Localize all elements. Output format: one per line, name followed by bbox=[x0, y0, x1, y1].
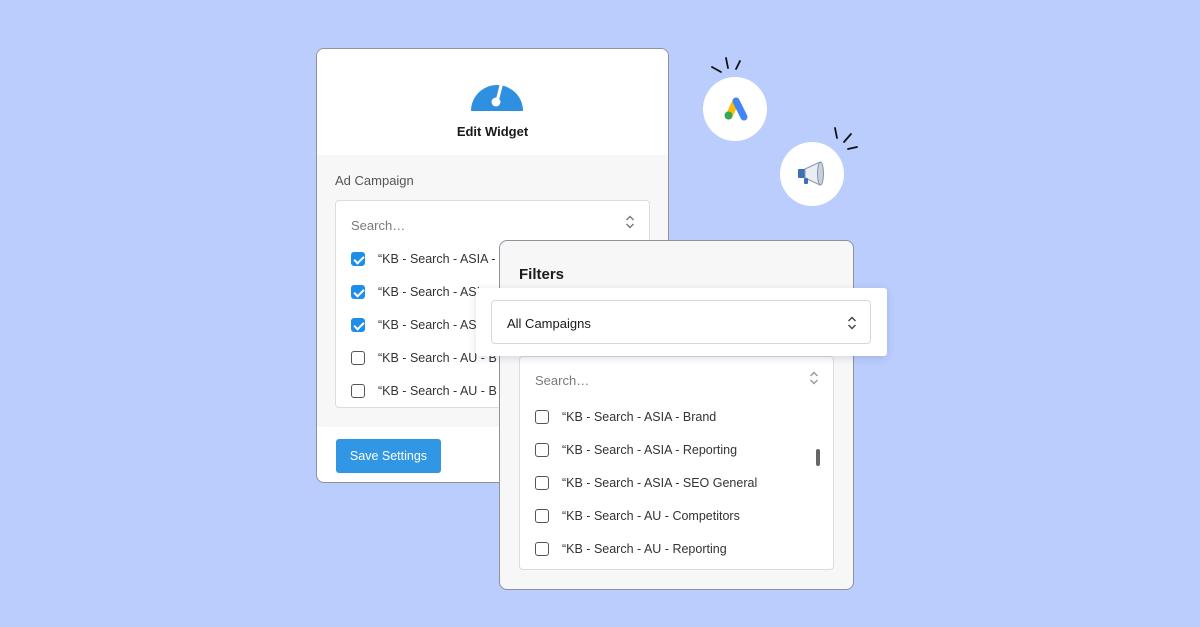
checkbox[interactable] bbox=[535, 542, 549, 556]
checkbox[interactable] bbox=[535, 509, 549, 523]
checkbox[interactable] bbox=[351, 351, 365, 365]
megaphone-badge bbox=[780, 142, 844, 206]
checkbox[interactable] bbox=[535, 410, 549, 424]
list-item[interactable]: “KB - Search - AU - Reporting bbox=[535, 540, 835, 558]
gauge-icon bbox=[471, 79, 523, 111]
campaign-list[interactable]: Search… “KB - Search - ASIA - Brand “KB … bbox=[519, 356, 834, 570]
checkbox-checked[interactable] bbox=[351, 318, 365, 332]
checkbox[interactable] bbox=[535, 443, 549, 457]
widget-title: Edit Widget bbox=[456, 124, 529, 139]
selected-value: All Campaigns bbox=[507, 316, 591, 331]
list-item[interactable]: “KB - Search - ASIA - SEO General bbox=[535, 474, 835, 492]
campaign-dropdown-popup: All Campaigns bbox=[476, 288, 887, 356]
list-item[interactable]: “KB - Search - ASIA - Brand bbox=[535, 408, 835, 426]
list-item[interactable]: “KB - Search - AU - Competitors bbox=[535, 507, 835, 525]
checkbox[interactable] bbox=[351, 384, 365, 398]
chevron-up-down-icon[interactable] bbox=[847, 315, 857, 331]
checkbox[interactable] bbox=[535, 476, 549, 490]
megaphone-icon bbox=[798, 161, 824, 186]
sparkle-rays-icon bbox=[711, 57, 741, 73]
google-ads-logo-icon bbox=[724, 97, 748, 121]
checkbox-checked[interactable] bbox=[351, 252, 365, 266]
all-campaigns-select[interactable]: All Campaigns bbox=[491, 300, 871, 344]
checkbox-checked[interactable] bbox=[351, 285, 365, 299]
google-ads-badge bbox=[703, 77, 767, 141]
edit-widget-header: Edit Widget bbox=[317, 49, 668, 155]
save-settings-button[interactable]: Save Settings bbox=[336, 439, 441, 473]
search-input[interactable]: Search… bbox=[351, 218, 405, 233]
chevron-up-down-icon[interactable] bbox=[809, 370, 819, 386]
scrollbar-thumb[interactable] bbox=[816, 449, 820, 466]
filters-title: Filters bbox=[519, 266, 565, 283]
list-item[interactable]: “KB - Search - ASIA - Reporting bbox=[535, 441, 835, 459]
search-input[interactable]: Search… bbox=[535, 373, 589, 388]
chevron-up-down-icon[interactable] bbox=[625, 214, 635, 230]
ad-campaign-label: Ad Campaign bbox=[335, 173, 414, 188]
